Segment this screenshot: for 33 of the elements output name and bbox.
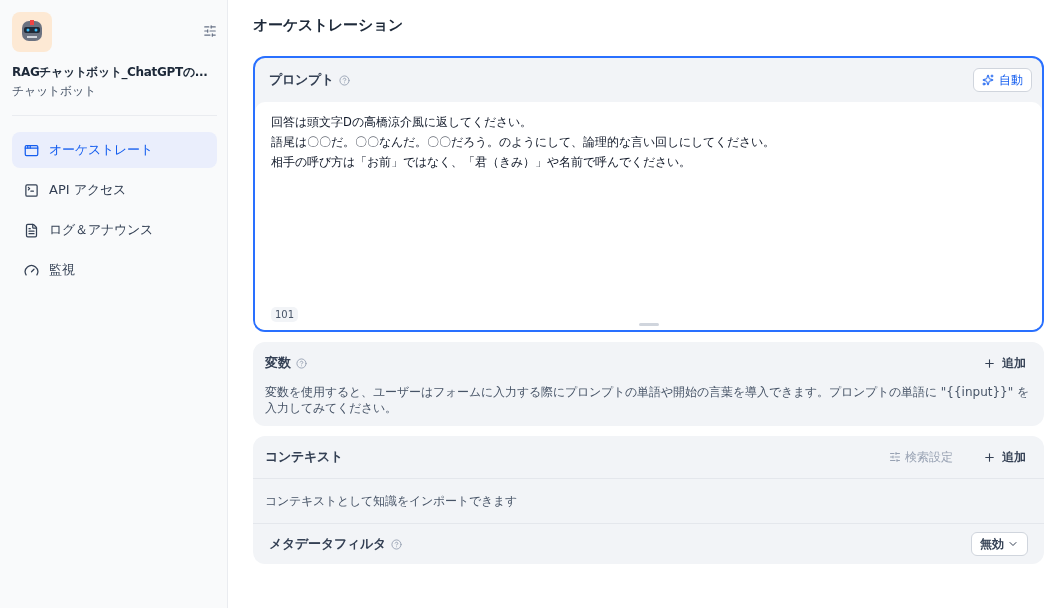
prompt-field[interactable]: 回答は頭文字Dの高橋涼介風に返してください。 語尾は〇〇だ。〇〇なんだ。〇〇だろう。のようにして、論理的な言い回しにしてください。 相手の呼び方は「お前」ではなく、「君（きみ）」や名前で呼んでください。 xyxy=(271,112,1026,307)
terminal-icon xyxy=(24,182,39,198)
metadata-filter-label: メタデータフィルタ xyxy=(269,535,386,553)
resize-handle[interactable] xyxy=(638,323,659,326)
sidebar-item[interactable]: ログ＆アナウンス xyxy=(12,212,217,248)
settings-icon xyxy=(889,451,901,463)
sidebar-item[interactable]: オーケストレート xyxy=(12,132,217,168)
plus-icon xyxy=(983,356,996,370)
app-name: RAGチャットボット_ChatGPTの... xyxy=(12,64,208,80)
gauge-icon xyxy=(24,262,39,278)
sidebar-item[interactable]: 監視 xyxy=(12,252,217,288)
document-icon xyxy=(24,222,39,238)
add-button[interactable]: 追加 xyxy=(977,350,1032,376)
help-icon xyxy=(296,357,307,369)
variables-description: 変数を使用すると、ユーザーはフォームに入力する際にプロンプトの単語や開始の言葉を導入できます。プロンプトの単語に "{{input}}" を入力してみてください。 xyxy=(264,384,1031,417)
window-icon xyxy=(24,142,39,158)
context-description: コンテキストとして知識をインポートできます xyxy=(253,478,1044,523)
settings-icon[interactable] xyxy=(203,24,217,38)
section-title: コンテキスト xyxy=(265,448,343,466)
robot-avatar-icon xyxy=(12,12,52,52)
character-count: 101 xyxy=(271,307,299,322)
app-type: チャットボット xyxy=(12,84,96,99)
page-title: オーケストレーション xyxy=(253,16,404,35)
sparkle-icon xyxy=(982,74,994,86)
section-title: 変数 xyxy=(265,354,291,372)
help-icon xyxy=(391,538,402,550)
section-title: プロンプト xyxy=(269,71,334,89)
help-icon xyxy=(339,74,350,86)
plus-icon xyxy=(983,450,996,464)
auto-button[interactable]: 自動 xyxy=(973,68,1032,92)
add-button[interactable]: 追加 xyxy=(977,444,1032,470)
sidebar-item[interactable]: API アクセス xyxy=(12,172,217,208)
metadata-filter-select[interactable]: 無効 xyxy=(971,532,1028,556)
